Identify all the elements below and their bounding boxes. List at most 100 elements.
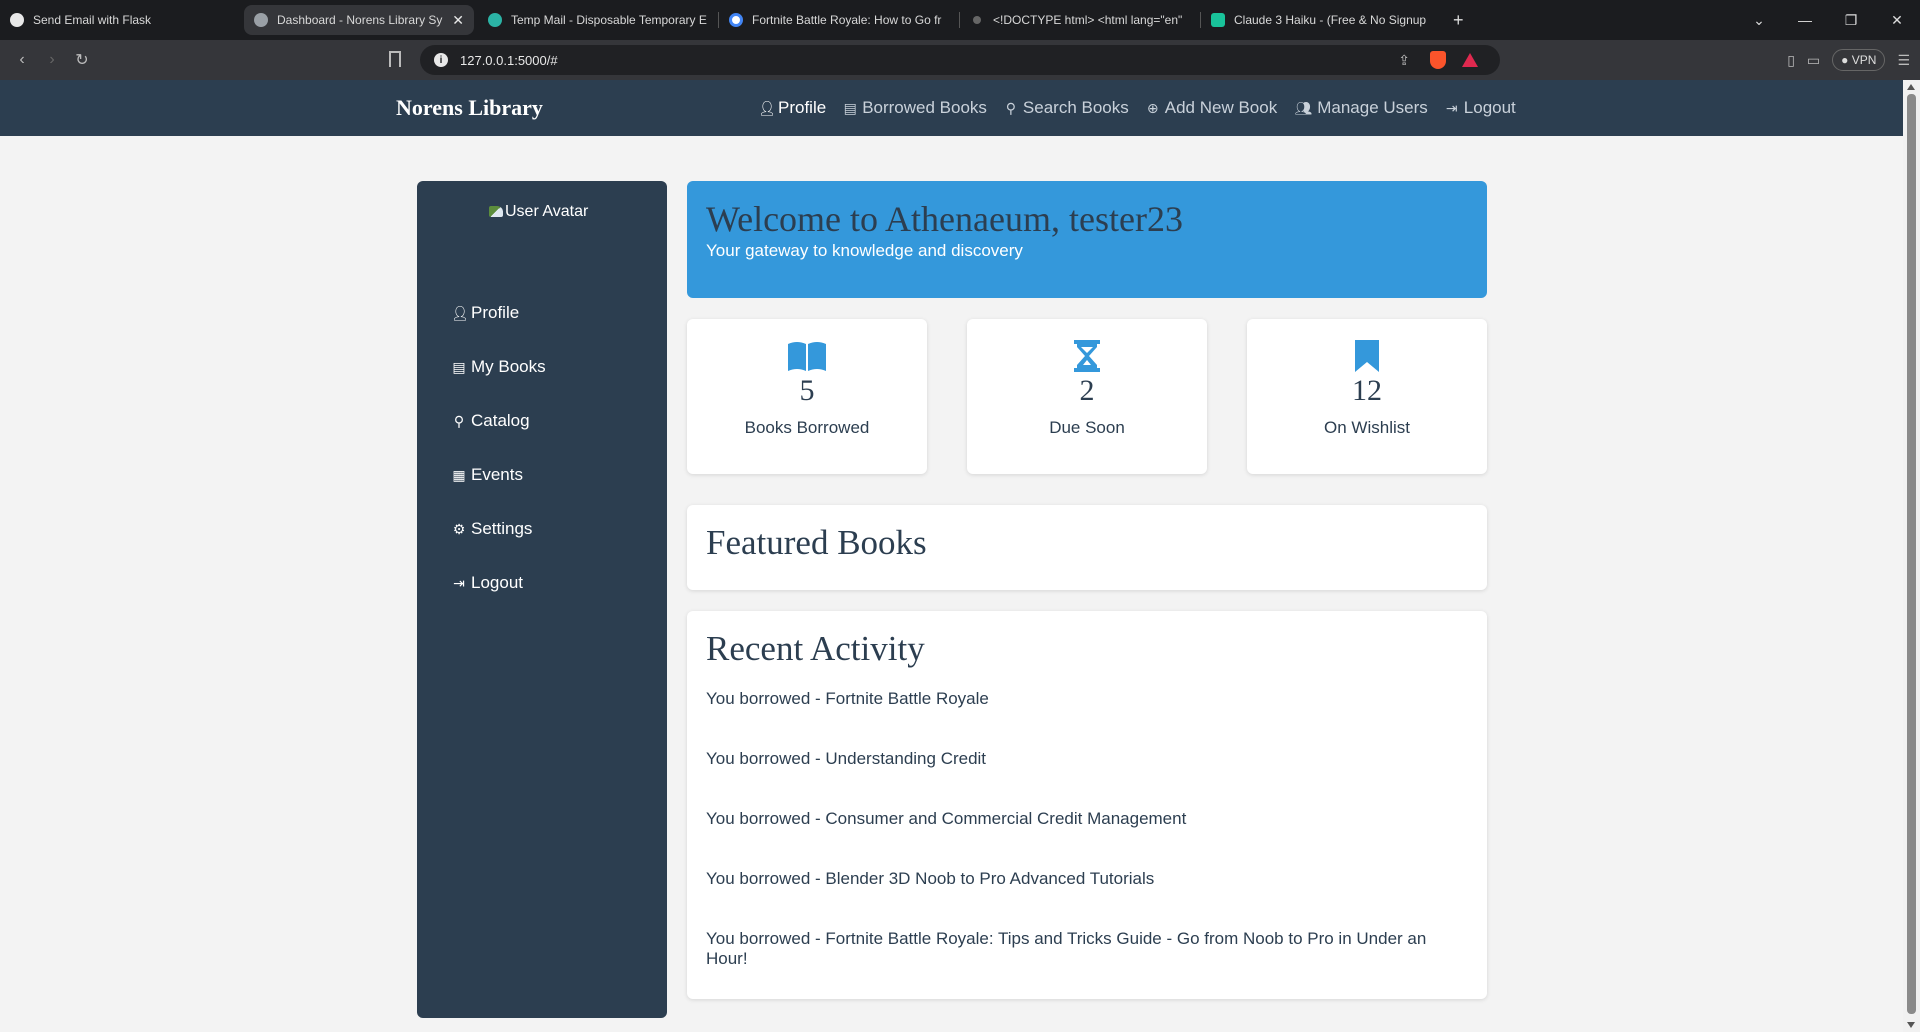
reload-icon[interactable]: ↻ xyxy=(67,50,97,70)
browser-tab[interactable]: Fortnite Battle Royale: How to Go fr xyxy=(719,5,959,35)
stat-card-due-soon: 2 Due Soon xyxy=(967,319,1207,474)
sidebar-item-profile[interactable]: 👤︎ Profile xyxy=(451,303,519,323)
browser-tab-active[interactable]: Dashboard - Norens Library Sy ✕ xyxy=(244,5,474,35)
url-input[interactable]: i 127.0.0.1:5000/# ⇪ xyxy=(420,45,1500,75)
scroll-down-icon[interactable] xyxy=(1907,1022,1915,1028)
sidebar-item-label: Catalog xyxy=(471,411,530,430)
list-item: You borrowed - Blender 3D Noob to Pro Ad… xyxy=(706,869,1155,888)
sidebar-item-events[interactable]: ▦ Events xyxy=(451,465,523,485)
activity-list: You borrowed - Fortnite Battle Royale Yo… xyxy=(706,689,1468,989)
sidebar-toggle-icon[interactable]: ▯ xyxy=(1787,52,1795,69)
gear-icon: ⚙ xyxy=(452,520,466,537)
sidebar-item-label: Events xyxy=(471,465,523,484)
google-icon xyxy=(729,13,743,27)
share-icon[interactable]: ⇪ xyxy=(1398,52,1410,69)
search-icon: ⚲ xyxy=(453,412,465,429)
avatar-alt-text: User Avatar xyxy=(505,203,589,220)
brave-rewards-icon[interactable] xyxy=(1462,53,1478,67)
stat-value: 12 xyxy=(1352,374,1382,407)
list-item: You borrowed - Fortnite Battle Royale: T… xyxy=(706,929,1427,968)
tab-label: Dashboard - Norens Library Sy xyxy=(277,13,443,27)
bookmark-icon xyxy=(1247,338,1487,374)
scrollbar-thumb[interactable] xyxy=(1907,94,1916,1014)
brand-logo[interactable]: Norens Library xyxy=(396,95,543,121)
stat-card-books-borrowed: 5 Books Borrowed xyxy=(687,319,927,474)
browser-tab[interactable]: Send Email with Flask xyxy=(0,5,240,35)
sidebar-item-settings[interactable]: ⚙ Settings xyxy=(451,519,533,539)
address-bar-row: ‹ › ↻ i 127.0.0.1:5000/# ⇪ ▯ ▭ ● VPN ☰ xyxy=(0,40,1920,80)
nav-borrowed-books[interactable]: ▤ Borrowed Books xyxy=(842,98,987,118)
close-window-icon[interactable]: ✕ xyxy=(1874,12,1920,29)
nav-label: Borrowed Books xyxy=(862,98,987,117)
featured-books-card: Featured Books xyxy=(687,505,1487,590)
nav-label: Add New Book xyxy=(1164,98,1278,117)
nav-profile[interactable]: 👤︎ Profile xyxy=(758,98,826,118)
bookmark-icon[interactable] xyxy=(389,51,401,67)
recent-activity-card: Recent Activity You borrowed - Fortnite … xyxy=(687,611,1487,999)
welcome-banner: Welcome to Athenaeum, tester23 Your gate… xyxy=(687,181,1487,298)
browser-tab[interactable]: Temp Mail - Disposable Temporary E xyxy=(478,5,718,35)
stat-card-on-wishlist: 12 On Wishlist xyxy=(1247,319,1487,474)
stat-label: On Wishlist xyxy=(1324,418,1410,437)
calendar-icon: ▦ xyxy=(452,466,466,483)
menu-icon[interactable]: ☰ xyxy=(1897,52,1910,69)
tab-label: <!DOCTYPE html> <html lang="en" xyxy=(993,13,1183,27)
stat-value: 5 xyxy=(799,374,815,407)
close-icon[interactable]: ✕ xyxy=(452,12,464,29)
user-icon: 👤︎ xyxy=(451,304,469,321)
wallet-icon[interactable]: ▭ xyxy=(1807,52,1820,69)
nav-manage-users[interactable]: 👥︎ Manage Users xyxy=(1293,98,1428,118)
sidebar-item-catalog[interactable]: ⚲ Catalog xyxy=(451,411,530,431)
page-scrollbar[interactable] xyxy=(1903,80,1920,1032)
browser-tab[interactable]: Claude 3 Haiku - (Free & No Signup xyxy=(1201,5,1441,35)
list-item: You borrowed - Understanding Credit xyxy=(706,749,987,768)
sidebar-item-label: Settings xyxy=(471,519,533,538)
back-icon[interactable]: ‹ xyxy=(7,51,37,69)
vpn-label: VPN xyxy=(1851,53,1877,67)
new-tab-button[interactable]: + xyxy=(1441,10,1476,31)
avatar: User Avatar xyxy=(489,203,588,221)
sign-out-icon: ⇥ xyxy=(1445,99,1458,116)
user-icon: 👤︎ xyxy=(758,99,776,116)
sidebar-item-label: Logout xyxy=(471,573,523,592)
welcome-subtitle: Your gateway to knowledge and discovery xyxy=(706,241,1023,260)
plus-circle-icon: ⊕ xyxy=(1146,99,1159,116)
users-icon: 👥︎ xyxy=(1294,99,1313,116)
minimize-icon[interactable]: — xyxy=(1782,12,1828,28)
nav-label: Manage Users xyxy=(1317,98,1428,117)
book-icon: ▤ xyxy=(843,99,857,116)
site-info-icon[interactable]: i xyxy=(434,53,448,67)
sidebar-item-logout[interactable]: ⇥ Logout xyxy=(451,573,523,593)
scroll-up-icon[interactable] xyxy=(1907,84,1915,90)
tab-label: Claude 3 Haiku - (Free & No Signup xyxy=(1234,13,1427,27)
top-nav: 👤︎ Profile ▤ Borrowed Books ⚲ Search Boo… xyxy=(758,80,1516,136)
nav-add-new-book[interactable]: ⊕ Add New Book xyxy=(1145,98,1277,118)
nav-logout[interactable]: ⇥ Logout xyxy=(1444,98,1516,118)
brave-shield-icon[interactable] xyxy=(1430,51,1446,69)
tempmail-icon xyxy=(488,13,502,27)
browser-tab[interactable]: <!DOCTYPE html> <html lang="en" xyxy=(960,5,1200,35)
forward-icon[interactable]: › xyxy=(37,51,67,69)
featured-books-title: Featured Books xyxy=(706,523,927,562)
welcome-title: Welcome to Athenaeum, tester23 xyxy=(706,199,1183,239)
restore-icon[interactable]: ❐ xyxy=(1828,12,1874,29)
tab-search-icon[interactable]: ⌄ xyxy=(1736,12,1782,29)
nav-label: Logout xyxy=(1463,98,1516,117)
sidebar-item-my-books[interactable]: ▤ My Books xyxy=(451,357,546,377)
tab-label: Temp Mail - Disposable Temporary E xyxy=(511,13,707,27)
sidebar-item-label: My Books xyxy=(471,357,546,376)
nav-search-books[interactable]: ⚲ Search Books xyxy=(1003,98,1129,118)
globe-icon xyxy=(254,13,268,27)
book-icon: ▤ xyxy=(452,358,466,375)
sign-out-icon: ⇥ xyxy=(453,574,465,591)
list-item: You borrowed - Fortnite Battle Royale xyxy=(706,689,989,708)
vpn-button[interactable]: ● VPN xyxy=(1832,49,1886,71)
search-icon: ⚲ xyxy=(1005,99,1017,116)
url-text: 127.0.0.1:5000/# xyxy=(460,52,558,68)
chatgpt-icon xyxy=(10,13,24,27)
stat-value: 2 xyxy=(1079,374,1095,407)
sidebar: User Avatar 👤︎ Profile ▤ My Books ⚲ Cata… xyxy=(417,181,667,1018)
nav-label: Search Books xyxy=(1022,98,1129,117)
nav-label: Profile xyxy=(778,98,827,117)
stat-label: Books Borrowed xyxy=(744,418,870,437)
